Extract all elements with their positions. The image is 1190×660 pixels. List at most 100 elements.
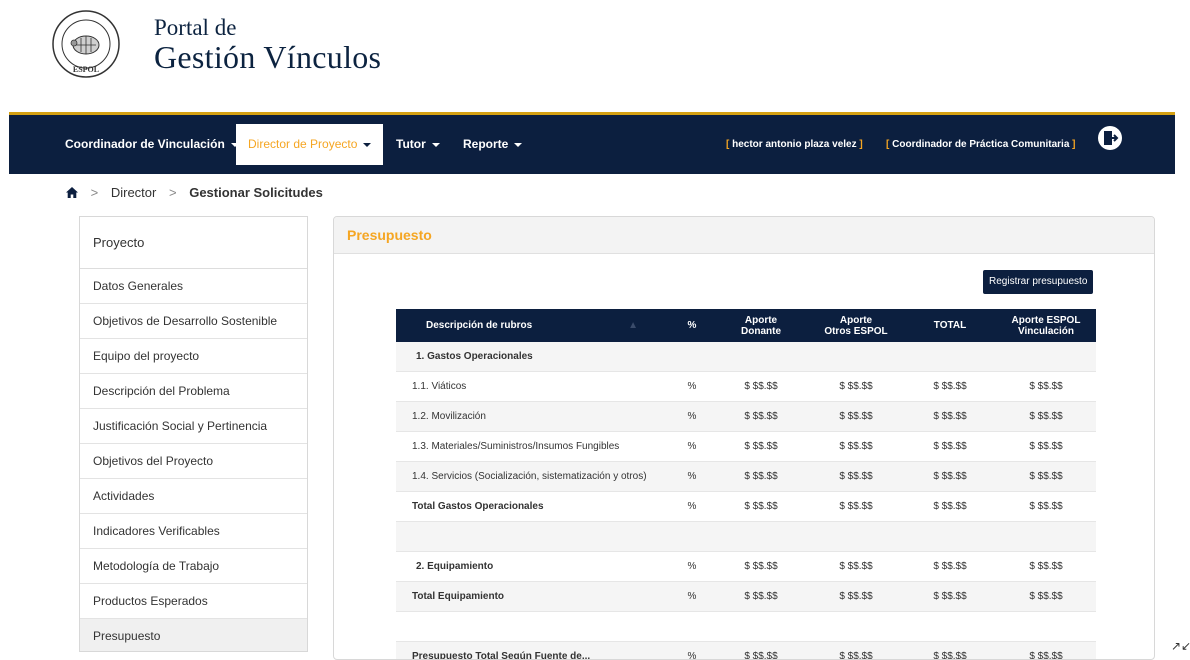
sidebar-item-presupuesto[interactable]: Presupuesto xyxy=(80,619,307,652)
table-row xyxy=(396,612,1096,642)
cell-descripcion: 1. Gastos Operacionales xyxy=(396,342,670,372)
cell-value: $ $$.$$ xyxy=(808,402,904,432)
sidebar-item-productos[interactable]: Productos Esperados xyxy=(80,584,307,619)
user-name[interactable]: [ hector antonio plaza velez ] xyxy=(726,115,863,174)
col-aporte-espol-vinculacion[interactable]: Aporte ESPOL Vinculación xyxy=(996,309,1096,342)
col-aporte-otros-l1: Aporte xyxy=(812,315,900,326)
table-row: 2. Equipamiento%$ $$.$$$ $$.$$$ $$.$$$ $… xyxy=(396,552,1096,582)
cell-value: $ $$.$$ xyxy=(904,552,996,582)
col-aporte-donante[interactable]: Aporte Donante xyxy=(714,309,808,342)
sidebar-item-ods[interactable]: Objetivos de Desarrollo Sostenible xyxy=(80,304,307,339)
nav-director-proyecto[interactable]: Director de Proyecto xyxy=(236,124,383,165)
nav-tutor[interactable]: Tutor xyxy=(396,115,440,174)
nav-coordinador-label: Coordinador de Vinculación xyxy=(65,137,225,151)
table-row: Presupuesto Total Según Fuente de...%$ $… xyxy=(396,642,1096,660)
col-total[interactable]: TOTAL xyxy=(904,309,996,342)
cell-value: % xyxy=(670,432,714,462)
cell-value xyxy=(670,342,714,372)
caret-down-icon xyxy=(514,143,522,147)
cell-value xyxy=(904,522,996,552)
cell-value: $ $$.$$ xyxy=(808,462,904,492)
main-navbar: Coordinador de Vinculación Director de P… xyxy=(9,112,1175,174)
cell-value xyxy=(670,612,714,642)
home-icon[interactable] xyxy=(66,185,82,200)
cell-value: $ $$.$$ xyxy=(996,552,1096,582)
col-porcentaje[interactable]: % xyxy=(670,309,714,342)
col-aporte-otros-espol[interactable]: Aporte Otros ESPOL xyxy=(808,309,904,342)
cell-value: % xyxy=(670,492,714,522)
cell-value: $ $$.$$ xyxy=(808,642,904,660)
sort-up-icon[interactable]: ▲ xyxy=(628,320,638,331)
col-descripcion-label: Descripción de rubros xyxy=(426,320,532,331)
sidebar-title: Proyecto xyxy=(80,217,307,269)
cell-value xyxy=(904,612,996,642)
cell-value: $ $$.$$ xyxy=(808,582,904,612)
breadcrumb-separator: > xyxy=(169,185,177,200)
panel-title: Presupuesto xyxy=(334,217,1154,254)
nav-coordinador-vinculacion[interactable]: Coordinador de Vinculación xyxy=(65,115,239,174)
breadcrumb-director[interactable]: Director xyxy=(111,185,157,200)
table-row: Total Equipamiento%$ $$.$$$ $$.$$$ $$.$$… xyxy=(396,582,1096,612)
resize-icon[interactable]: ↗↙ xyxy=(1171,639,1190,653)
user-name-text: hector antonio plaza velez xyxy=(732,139,856,150)
sidebar-item-justificacion[interactable]: Justificación Social y Pertinencia xyxy=(80,409,307,444)
cell-value xyxy=(808,342,904,372)
caret-down-icon xyxy=(432,143,440,147)
cell-value: $ $$.$$ xyxy=(714,372,808,402)
portal-title-line2: Gestión Vínculos xyxy=(154,41,381,73)
cell-value xyxy=(714,612,808,642)
cell-descripcion xyxy=(396,522,670,552)
sidebar-item-datos-generales[interactable]: Datos Generales xyxy=(80,269,307,304)
cell-value: $ $$.$$ xyxy=(996,492,1096,522)
espol-logo: ESPOL xyxy=(48,9,124,79)
portal-title: Portal de Gestión Vínculos xyxy=(154,16,381,73)
sidebar-item-indicadores[interactable]: Indicadores Verificables xyxy=(80,514,307,549)
cell-value: $ $$.$$ xyxy=(808,432,904,462)
cell-descripcion: Presupuesto Total Según Fuente de... xyxy=(396,642,670,660)
cell-value xyxy=(808,612,904,642)
svg-text:ESPOL: ESPOL xyxy=(73,65,99,74)
table-row: 1.4. Servicios (Socialización, sistemati… xyxy=(396,462,1096,492)
cell-value: $ $$.$$ xyxy=(714,432,808,462)
cell-descripcion: 1.4. Servicios (Socialización, sistemati… xyxy=(396,462,670,492)
cell-descripcion: 1.3. Materiales/Suministros/Insumos Fung… xyxy=(396,432,670,462)
user-role-text: Coordinador de Práctica Comunitaria xyxy=(892,139,1069,150)
sidebar-item-equipo[interactable]: Equipo del proyecto xyxy=(80,339,307,374)
cell-value: $ $$.$$ xyxy=(996,582,1096,612)
table-row: 1.2. Movilización%$ $$.$$$ $$.$$$ $$.$$$… xyxy=(396,402,1096,432)
nav-reporte[interactable]: Reporte xyxy=(463,115,522,174)
sidebar-item-descripcion-problema[interactable]: Descripción del Problema xyxy=(80,374,307,409)
cell-value xyxy=(996,522,1096,552)
breadcrumb-separator: > xyxy=(91,185,99,200)
cell-value xyxy=(714,522,808,552)
registrar-presupuesto-button[interactable]: Registrar presupuesto xyxy=(983,270,1093,294)
cell-value: $ $$.$$ xyxy=(904,642,996,660)
sidebar-item-metodologia[interactable]: Metodología de Trabajo xyxy=(80,549,307,584)
sidebar-item-actividades[interactable]: Actividades xyxy=(80,479,307,514)
user-role[interactable]: [ Coordinador de Práctica Comunitaria ] xyxy=(886,115,1076,174)
cell-value: % xyxy=(670,552,714,582)
cell-descripcion: 2. Equipamiento xyxy=(396,552,670,582)
cell-value xyxy=(996,612,1096,642)
project-sidebar: Proyecto Datos Generales Objetivos de De… xyxy=(79,216,308,652)
sidebar-item-objetivos[interactable]: Objetivos del Proyecto xyxy=(80,444,307,479)
col-descripcion[interactable]: Descripción de rubros ▲ xyxy=(396,309,670,342)
cell-value: $ $$.$$ xyxy=(996,402,1096,432)
table-row: 1.1. Viáticos%$ $$.$$$ $$.$$$ $$.$$$ $$.… xyxy=(396,372,1096,402)
cell-value: $ $$.$$ xyxy=(714,492,808,522)
cell-value: $ $$.$$ xyxy=(904,372,996,402)
cell-value: % xyxy=(670,372,714,402)
cell-value: $ $$.$$ xyxy=(996,432,1096,462)
table-row: 1. Gastos Operacionales xyxy=(396,342,1096,372)
cell-value xyxy=(670,522,714,552)
breadcrumb-gestionar-solicitudes: Gestionar Solicitudes xyxy=(189,185,323,200)
cell-value xyxy=(996,342,1096,372)
cell-value xyxy=(808,522,904,552)
cell-value xyxy=(714,342,808,372)
cell-value: % xyxy=(670,582,714,612)
col-aporte-vinc-l2: Vinculación xyxy=(1000,326,1092,337)
logout-icon[interactable] xyxy=(1098,126,1122,150)
cell-value: $ $$.$$ xyxy=(714,402,808,432)
cell-value: $ $$.$$ xyxy=(808,552,904,582)
nav-tutor-label: Tutor xyxy=(396,137,426,151)
